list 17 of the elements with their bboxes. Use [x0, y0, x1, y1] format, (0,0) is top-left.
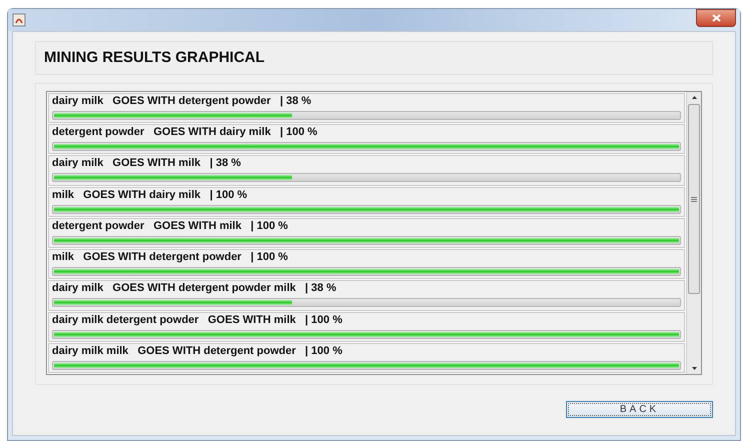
- app-icon: [12, 13, 26, 27]
- scroll-thumb[interactable]: [688, 104, 700, 294]
- grip-icon: [691, 196, 697, 202]
- scrollbar[interactable]: [686, 92, 701, 374]
- back-button[interactable]: BACK: [566, 401, 713, 418]
- close-button[interactable]: [696, 9, 736, 27]
- page-heading: MINING RESULTS GRAPHICAL: [44, 48, 265, 68]
- close-icon: [712, 14, 720, 22]
- rule-text: detergent powder GOES WITH dairy milk | 100 %: [52, 125, 318, 140]
- rule-text: dairy milk GOES WITH milk | 38 %: [52, 156, 241, 172]
- rule-text: dairy milk GOES WITH detergent powder | 38 %: [52, 94, 312, 109]
- rule-text: milk GOES WITH dairy milk | 100 %: [52, 188, 248, 203]
- rule-text: dairy milk detergent powder GOES WITH milk | 100 %: [52, 312, 342, 328]
- rule-text: dairy milk milk GOES WITH detergent powder | 100 %: [52, 344, 342, 359]
- rule-text: dairy milk GOES WITH detergent powder milk | 38 %: [52, 281, 336, 296]
- rule-text: milk GOES WITH detergent powder | 100 %: [52, 250, 288, 266]
- rule-text: detergent powder GOES WITH milk | 100 %: [52, 218, 288, 234]
